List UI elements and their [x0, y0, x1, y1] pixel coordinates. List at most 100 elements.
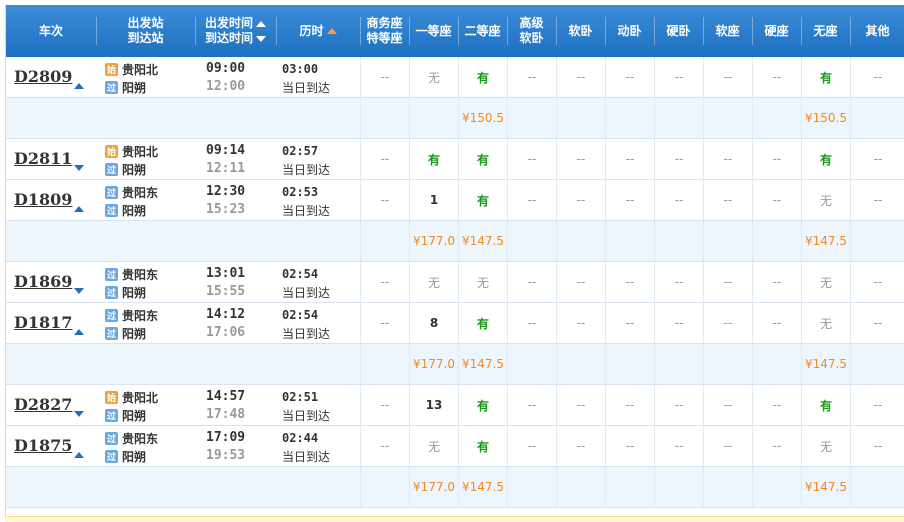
seat-availability-cell[interactable]: 有	[458, 385, 507, 425]
price-cell	[605, 221, 654, 261]
price-cell: ¥147.5	[458, 344, 507, 384]
header-label: 软卧	[519, 31, 544, 45]
collapse-arrow-icon[interactable]	[74, 83, 84, 89]
seat-availability-cell[interactable]: 有	[801, 385, 850, 425]
seat-availability-cell[interactable]: 无	[458, 262, 507, 302]
seat-availability: 有	[476, 152, 489, 167]
train-number-link[interactable]: D2809	[14, 67, 72, 86]
seat-availability: --	[576, 398, 586, 412]
seat-availability-cell: --	[752, 57, 801, 97]
arrival-time: 17:48	[206, 407, 246, 422]
train-number-link[interactable]: D1875	[14, 436, 72, 455]
arrive-note: 当日到达	[282, 409, 331, 423]
seat-availability-cell[interactable]: 无	[409, 426, 458, 466]
price-cell	[556, 344, 605, 384]
seat-availability-cell[interactable]: 无	[409, 262, 458, 302]
seat-availability: --	[772, 193, 782, 207]
train-number-link[interactable]: D2827	[14, 395, 72, 414]
expand-arrow-icon[interactable]	[74, 411, 84, 417]
collapse-arrow-icon[interactable]	[74, 452, 84, 458]
price-cell: ¥150.5	[801, 98, 850, 138]
price-cell	[850, 98, 904, 138]
train-row[interactable]: D2809 始 贵阳北 过 阳朔 09:00 12:00 03:00 当日到达 …	[6, 57, 904, 98]
station-badge-icon: 过	[105, 309, 118, 322]
seat-availability: --	[625, 70, 635, 84]
sort-asc-icon[interactable]	[256, 20, 266, 27]
station-name: 贵阳北	[122, 391, 159, 405]
seat-availability-cell[interactable]: 13	[409, 385, 458, 425]
seat-availability: 有	[427, 152, 440, 167]
collapse-arrow-icon[interactable]	[74, 329, 84, 335]
collapse-arrow-icon[interactable]	[74, 206, 84, 212]
seat-availability-cell: --	[752, 426, 801, 466]
header-label: 车次	[38, 23, 63, 38]
seat-availability: --	[873, 152, 883, 166]
seat-availability: --	[873, 70, 883, 84]
seat-availability-cell[interactable]: 无	[801, 262, 850, 302]
train-number-link[interactable]: D1809	[14, 190, 72, 209]
seat-availability-cell[interactable]: 8	[409, 303, 458, 343]
seat-availability: 无	[819, 316, 832, 331]
seat-availability-cell: --	[654, 57, 703, 97]
price-cell	[752, 98, 801, 138]
train-number-link[interactable]: D2811	[14, 149, 72, 168]
seat-availability-cell: --	[752, 180, 801, 220]
station-name: 阳朔	[122, 409, 147, 423]
seat-availability-cell[interactable]: 有	[458, 180, 507, 220]
station-badge-icon: 始	[105, 145, 118, 158]
sort-desc-icon[interactable]	[256, 35, 266, 42]
price-cell	[605, 344, 654, 384]
seat-availability-cell[interactable]: 有	[458, 139, 507, 179]
train-row[interactable]: D1809 过 贵阳东 过 阳朔 12:30 15:23 02:53 当日到达 …	[6, 180, 904, 221]
station-badge-icon: 过	[105, 432, 118, 445]
arrival-station: 过 阳朔	[105, 161, 146, 178]
seat-availability: --	[873, 316, 883, 330]
seat-availability: 无	[427, 439, 440, 454]
duration: 02:57	[282, 144, 319, 158]
seat-availability-cell[interactable]: 无	[801, 180, 850, 220]
seat-availability-cell: --	[850, 385, 904, 425]
seat-price: ¥147.5	[805, 480, 847, 494]
station-name: 阳朔	[122, 327, 147, 341]
seat-availability-cell: --	[752, 139, 801, 179]
seat-availability: --	[873, 398, 883, 412]
seat-availability-cell[interactable]: 有	[458, 426, 507, 466]
seat-availability-cell[interactable]: 1	[409, 180, 458, 220]
expand-arrow-icon[interactable]	[74, 165, 84, 171]
seat-availability-cell[interactable]: 无	[801, 303, 850, 343]
arrival-station: 过 阳朔	[105, 284, 146, 301]
train-number-link[interactable]: D1817	[14, 313, 72, 332]
train-row[interactable]: D1875 过 贵阳东 过 阳朔 17:09 19:53 02:44 当日到达 …	[6, 426, 904, 467]
seat-price: ¥147.5	[805, 357, 847, 371]
seat-price: ¥177.0	[413, 234, 455, 248]
train-row[interactable]: D2811 始 贵阳北 过 阳朔 09:14 12:11 02:57 当日到达 …	[6, 139, 904, 180]
seat-availability-cell: --	[507, 57, 556, 97]
seat-availability: --	[380, 152, 390, 166]
train-row[interactable]: D2827 始 贵阳北 过 阳朔 14:57 17:48 02:51 当日到达 …	[6, 385, 904, 426]
price-cell	[360, 221, 409, 261]
seat-availability-cell[interactable]: 有	[801, 57, 850, 97]
col-duration[interactable]: 历时	[276, 5, 360, 57]
seat-availability-cell[interactable]: 无	[409, 57, 458, 97]
seat-availability: --	[625, 398, 635, 412]
price-cell	[752, 221, 801, 261]
expand-arrow-icon[interactable]	[74, 288, 84, 294]
price-row: ¥177.0 ¥147.5 ¥147.5	[6, 221, 904, 262]
seat-availability-cell: --	[605, 385, 654, 425]
seat-price: ¥177.0	[413, 480, 455, 494]
train-row[interactable]: D1817 过 贵阳东 过 阳朔 14:12 17:06 02:54 当日到达 …	[6, 303, 904, 344]
seat-availability-cell[interactable]: 有	[801, 139, 850, 179]
seat-availability-cell[interactable]: 有	[409, 139, 458, 179]
seat-availability-cell: --	[360, 57, 409, 97]
seat-availability-cell[interactable]: 有	[458, 57, 507, 97]
col-time[interactable]: 出发时间 到达时间	[195, 5, 276, 57]
seat-availability-cell[interactable]: 无	[801, 426, 850, 466]
train-number-link[interactable]: D1869	[14, 272, 72, 291]
seat-availability: --	[380, 398, 390, 412]
seat-availability-cell: --	[556, 426, 605, 466]
seat-price: ¥150.5	[805, 111, 847, 125]
seat-availability-cell[interactable]: 有	[458, 303, 507, 343]
train-row[interactable]: D1869 过 贵阳东 过 阳朔 13:01 15:55 02:54 当日到达 …	[6, 262, 904, 303]
sort-asc-icon[interactable]	[326, 28, 337, 34]
seat-availability: --	[576, 70, 586, 84]
